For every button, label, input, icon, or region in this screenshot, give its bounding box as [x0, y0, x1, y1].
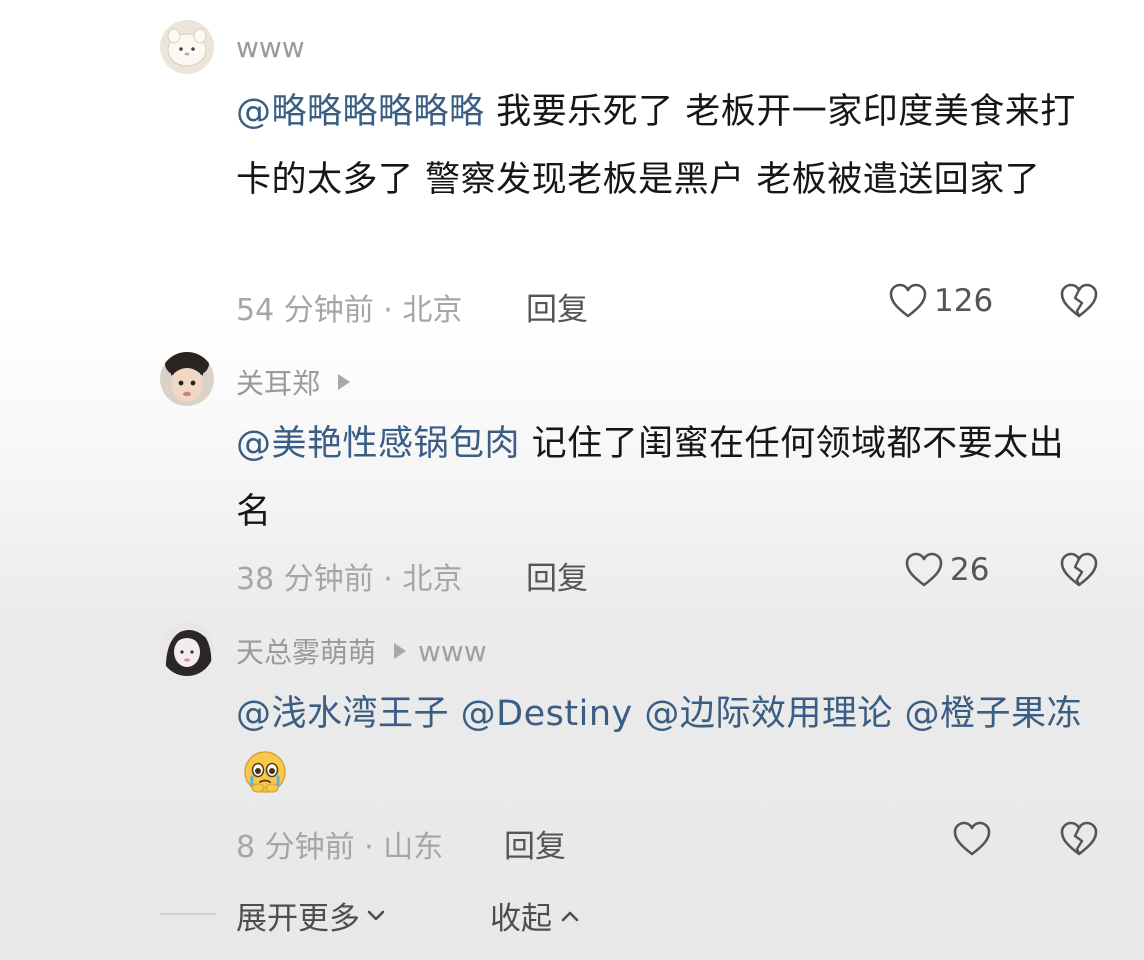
- mention-link[interactable]: @边际效用理论: [644, 694, 893, 734]
- username-row: www: [236, 31, 305, 64]
- chevron-down-icon: [367, 910, 385, 920]
- like-button[interactable]: 26: [904, 551, 989, 589]
- avatar[interactable]: [160, 622, 214, 676]
- collapse-button[interactable]: 收起: [490, 893, 580, 938]
- avatar-image: [160, 352, 214, 406]
- mention-link[interactable]: @Destiny: [461, 694, 633, 734]
- time-location: 38 分钟前 · 北京: [236, 562, 463, 597]
- username[interactable]: www: [236, 31, 305, 64]
- mention-link[interactable]: @橙子果冻: [905, 694, 1083, 734]
- collapse-label: 收起: [490, 901, 552, 937]
- username[interactable]: 天总雾萌萌: [236, 631, 376, 671]
- like-count: 126: [934, 283, 994, 319]
- comment-body: @浅水湾王子 @Destiny @边际效用理论 @橙子果冻: [236, 680, 1096, 818]
- play-icon: [394, 643, 407, 659]
- expand-more-button[interactable]: 展开更多: [236, 893, 386, 938]
- reply-button[interactable]: 回复: [526, 553, 588, 598]
- like-button[interactable]: 126: [888, 282, 993, 320]
- chevron-up-icon: [561, 911, 579, 921]
- mention-link[interactable]: @浅水湾王子: [236, 694, 449, 734]
- comment-body: @略略略略略略 我要乐死了 老板开一家印度美食来打卡的太多了 警察发现老板是黑户…: [236, 78, 1096, 214]
- broken-heart-icon[interactable]: [1058, 820, 1100, 862]
- username-row: 天总雾萌萌 www: [236, 631, 487, 671]
- broken-heart-icon[interactable]: [1058, 551, 1100, 593]
- time-location: 54 分钟前 · 北京: [236, 293, 463, 328]
- avatar[interactable]: [160, 20, 214, 74]
- heart-icon: [889, 283, 927, 318]
- like-count: 26: [950, 552, 990, 588]
- heart-icon: [905, 552, 943, 587]
- avatar-image: [160, 20, 214, 74]
- replies-footer: 展开更多 收起: [0, 885, 1144, 945]
- heart-icon: [953, 821, 991, 856]
- like-button[interactable]: [952, 820, 998, 858]
- username[interactable]: 关耳郑: [236, 362, 320, 402]
- broken-heart-icon[interactable]: [1058, 282, 1100, 324]
- avatar-image: [160, 622, 214, 676]
- play-icon: [338, 374, 351, 390]
- avatar[interactable]: [160, 352, 214, 406]
- mention-link[interactable]: @略略略略略略: [236, 92, 485, 132]
- reply-to-username[interactable]: www: [418, 635, 487, 668]
- crying-pleading-emoji-icon: [242, 749, 288, 818]
- reply-button[interactable]: 回复: [526, 284, 588, 329]
- expand-more-label: 展开更多: [236, 901, 360, 937]
- username-row: 关耳郑: [236, 362, 362, 402]
- divider: [160, 913, 216, 915]
- time-location: 8 分钟前 · 山东: [236, 830, 444, 865]
- reply-button[interactable]: 回复: [504, 821, 566, 866]
- comment-body: @美艳性感锅包肉 记住了闺蜜在任何领域都不要太出名: [236, 410, 1096, 546]
- mention-link[interactable]: @美艳性感锅包肉: [236, 424, 520, 464]
